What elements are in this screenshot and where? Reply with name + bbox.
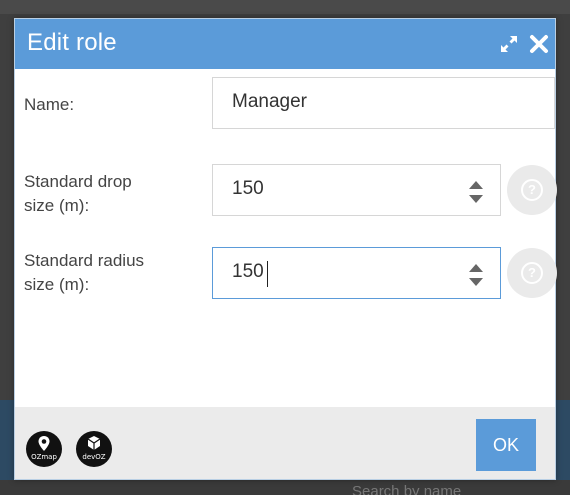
ozmap-logo-text: OZmap (31, 453, 57, 461)
edit-role-dialog: Edit role Name: Manager Standard drop si… (14, 18, 557, 480)
drop-size-label-line1: Standard drop (24, 172, 132, 191)
background-app-bottom (0, 480, 570, 495)
drop-size-spinner-icon[interactable] (468, 178, 484, 206)
ozmap-logo: OZmap (26, 431, 62, 467)
devoz-logo: devOZ (76, 431, 112, 467)
cube-icon (87, 436, 101, 450)
devoz-logo-text: devOZ (82, 453, 106, 461)
name-input[interactable]: Manager (212, 77, 555, 129)
background-search-hint: Search by name (352, 483, 462, 495)
drop-size-value: 150 (232, 178, 264, 199)
dialog-titlebar[interactable]: Edit role (15, 19, 555, 69)
radius-size-label: Standard radius size (m): (24, 249, 144, 297)
dialog-title: Edit role (27, 29, 117, 56)
background-app-top (0, 0, 570, 14)
drop-size-label: Standard drop size (m): (24, 170, 132, 218)
expand-icon[interactable] (499, 34, 519, 54)
drop-size-help-button[interactable]: ? (507, 165, 557, 215)
drop-size-label-line2: size (m): (24, 196, 90, 215)
map-pin-icon (38, 436, 50, 451)
radius-size-help-button[interactable]: ? (507, 248, 557, 298)
radius-size-value: 150 (232, 261, 264, 282)
dialog-footer: OZmap devOZ OK (15, 407, 555, 479)
name-input-value: Manager (232, 91, 307, 112)
ok-button[interactable]: OK (476, 419, 536, 471)
radius-size-label-line2: size (m): (24, 275, 90, 294)
name-label: Name: (24, 95, 75, 114)
text-caret (267, 261, 268, 287)
radius-size-label-line1: Standard radius (24, 251, 145, 270)
close-icon[interactable] (529, 34, 549, 54)
drop-size-input[interactable]: 150 (212, 164, 501, 216)
radius-size-spinner-icon[interactable] (468, 261, 484, 289)
help-icon: ? (521, 262, 543, 284)
help-icon: ? (521, 179, 543, 201)
radius-size-input[interactable]: 150 (212, 247, 501, 299)
